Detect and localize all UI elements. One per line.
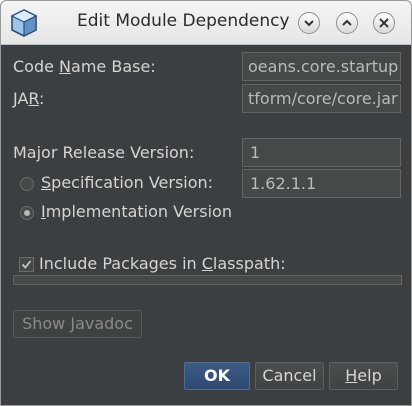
maximize-button[interactable] — [336, 12, 358, 34]
close-button[interactable] — [373, 12, 395, 34]
title-bar[interactable]: Edit Module Dependency — [1, 1, 411, 45]
implementation-version-label[interactable]: Implementation Version — [41, 202, 232, 221]
edit-module-dependency-dialog: Edit Module Dependency Code Name Base: o… — [0, 0, 412, 406]
code-name-base-label: Code Name Base: — [13, 57, 156, 76]
cancel-button[interactable]: Cancel — [255, 362, 324, 390]
specification-version-field[interactable]: 1.62.1.1 — [242, 169, 401, 198]
minimize-button[interactable] — [298, 12, 320, 34]
close-icon — [379, 18, 389, 28]
ok-button[interactable]: OK — [184, 362, 250, 390]
window-title: Edit Module Dependency — [77, 11, 290, 31]
netbeans-cube-icon — [10, 9, 38, 37]
minimize-icon — [304, 20, 314, 27]
major-release-version-label: Major Release Version: — [13, 143, 195, 162]
maximize-icon — [342, 19, 352, 26]
code-name-base-field[interactable]: oeans.core.startup — [242, 52, 401, 81]
include-packages-label[interactable]: Include Packages in Classpath: — [39, 254, 286, 273]
show-javadoc-button[interactable]: Show Javadoc — [13, 310, 142, 338]
checkmark-icon — [21, 260, 32, 269]
jar-field[interactable]: tform/core/core.jar — [242, 84, 401, 113]
specification-version-radio[interactable] — [20, 177, 34, 191]
help-button[interactable]: Help — [329, 362, 398, 390]
specification-version-label[interactable]: Specification Version: — [41, 173, 213, 192]
jar-label: JAR: — [13, 89, 45, 108]
implementation-version-radio[interactable] — [20, 206, 34, 220]
dialog-content: Code Name Base: oeans.core.startup JAR: … — [1, 45, 411, 405]
include-packages-checkbox[interactable] — [19, 257, 34, 272]
major-release-version-field[interactable]: 1 — [242, 138, 401, 167]
packages-list[interactable] — [13, 275, 402, 285]
